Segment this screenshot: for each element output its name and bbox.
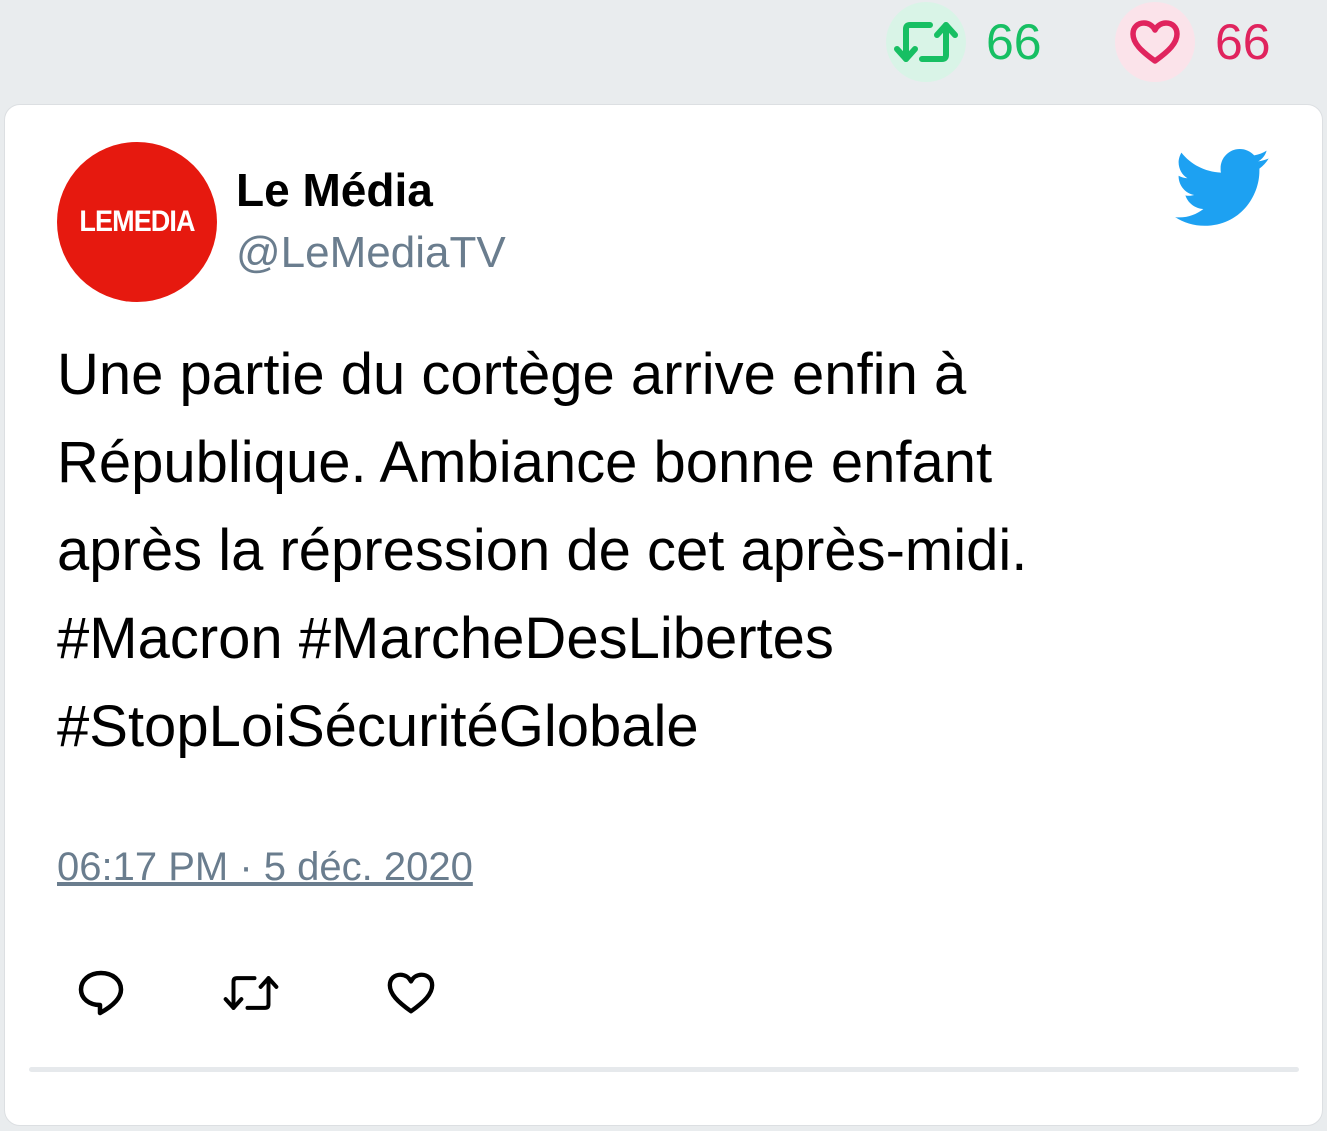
twitter-bird-icon[interactable] bbox=[1175, 149, 1271, 229]
retweet-count: 66 bbox=[986, 14, 1042, 70]
reply-button[interactable] bbox=[73, 965, 129, 1021]
retweet-stat-icon bbox=[886, 2, 966, 82]
author-name[interactable]: Le Média bbox=[236, 167, 433, 213]
retweet-icon bbox=[223, 976, 279, 1010]
tweet-card: LEMEDIA Le Média @LeMediaTV Une partie d… bbox=[4, 104, 1323, 1126]
avatar-logo-text: LEMEDIA bbox=[79, 205, 195, 238]
retweet-button[interactable] bbox=[223, 965, 279, 1021]
like-button[interactable] bbox=[383, 965, 439, 1021]
like-stat-icon bbox=[1115, 2, 1195, 82]
tweet-text: Une partie du cortège arrive enfin à Rép… bbox=[57, 342, 1028, 759]
reply-icon bbox=[78, 970, 124, 1016]
author-handle[interactable]: @LeMediaTV bbox=[236, 231, 506, 275]
retweet-count-stat[interactable]: 66 bbox=[886, 2, 1042, 82]
avatar[interactable]: LEMEDIA bbox=[57, 142, 217, 302]
like-count-stat[interactable]: 66 bbox=[1115, 2, 1271, 82]
stats-bar: 66 66 bbox=[0, 0, 1327, 100]
like-count: 66 bbox=[1215, 14, 1271, 70]
card-divider bbox=[29, 1067, 1299, 1072]
tweet-timestamp[interactable]: 06:17 PM · 5 déc. 2020 bbox=[57, 847, 473, 887]
heart-icon bbox=[387, 972, 435, 1014]
